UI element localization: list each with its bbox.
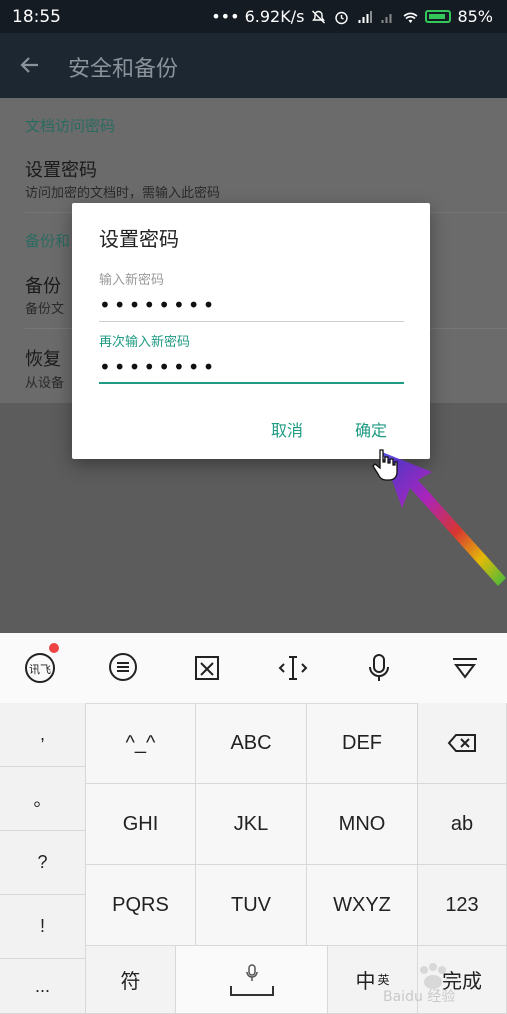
battery-icon bbox=[425, 10, 452, 23]
cursor-move-icon[interactable] bbox=[276, 651, 310, 685]
key-pqrs[interactable]: PQRS bbox=[86, 865, 196, 946]
network-speed: ••• 6.92K/s bbox=[211, 7, 305, 26]
cancel-button[interactable]: 取消 bbox=[271, 417, 303, 441]
alarm-icon bbox=[335, 11, 349, 24]
set-password-title[interactable]: 设置密码 bbox=[25, 156, 97, 182]
restore-subtitle: 从设备 bbox=[25, 376, 65, 391]
key-ab[interactable]: ab bbox=[418, 784, 507, 865]
key-exclaim[interactable]: ! bbox=[0, 895, 86, 959]
set-password-dialog: 设置密码 输入新密码 •••••••• 再次输入新密码 •••••••• 取消 … bbox=[72, 203, 430, 459]
key-abc[interactable]: ABC bbox=[196, 703, 307, 784]
key-ellipsis[interactable]: ... bbox=[0, 959, 86, 1014]
section-header-password: 文档访问密码 bbox=[25, 117, 116, 135]
signal-icon bbox=[358, 10, 372, 23]
new-password-input[interactable]: •••••••• bbox=[99, 291, 404, 322]
status-bar: 18:55 ••• 6.92K/s 85% bbox=[0, 0, 507, 33]
key-tuv[interactable]: TUV bbox=[196, 865, 307, 946]
battery-percent: 85% bbox=[457, 7, 493, 26]
key-comma[interactable]: , bbox=[0, 703, 86, 767]
section-header-backup: 备份和 bbox=[25, 232, 71, 250]
space-mic-icon bbox=[245, 963, 258, 981]
new-password-value: •••••••• bbox=[99, 293, 218, 317]
key-123[interactable]: 123 bbox=[418, 865, 507, 946]
space-bar-icon bbox=[229, 985, 274, 996]
key-question[interactable]: ? bbox=[0, 831, 86, 895]
key-wxyz[interactable]: WXYZ bbox=[307, 865, 418, 946]
dialog-title: 设置密码 bbox=[99, 227, 179, 251]
wifi-icon bbox=[403, 12, 418, 23]
new-password-label: 输入新密码 bbox=[99, 273, 165, 288]
key-period[interactable]: 。 bbox=[0, 767, 86, 831]
baidu-watermark: Baidu 经验 bbox=[383, 960, 503, 1006]
restore-title[interactable]: 恢复 bbox=[25, 345, 61, 371]
keyboard: 讯飞 , 。 ? ! ... ^_^ ABC DEF GHI JKL MNO a… bbox=[0, 633, 507, 1014]
hand-cursor-icon bbox=[372, 449, 398, 481]
app-bar: 安全和备份 bbox=[0, 33, 507, 98]
back-arrow-icon[interactable] bbox=[18, 53, 42, 77]
ok-button[interactable]: 确定 bbox=[355, 417, 387, 441]
chat-bubble-icon[interactable] bbox=[106, 651, 140, 685]
confirm-password-value: •••••••• bbox=[99, 355, 218, 379]
microphone-icon[interactable] bbox=[362, 651, 396, 685]
key-jkl[interactable]: JKL bbox=[196, 784, 307, 865]
key-ghi[interactable]: GHI bbox=[86, 784, 196, 865]
key-mno[interactable]: MNO bbox=[307, 784, 418, 865]
space-key[interactable] bbox=[176, 946, 328, 1014]
backspace-key[interactable] bbox=[418, 703, 507, 784]
mute-icon bbox=[312, 10, 326, 23]
backup-title[interactable]: 备份 bbox=[25, 272, 61, 298]
backup-subtitle: 备份文 bbox=[25, 302, 65, 317]
notification-badge bbox=[49, 643, 59, 653]
svg-text:讯飞: 讯飞 bbox=[29, 663, 51, 676]
status-time: 18:55 bbox=[12, 7, 61, 27]
pointer-arrow-icon bbox=[382, 452, 506, 586]
status-right: ••• 6.92K/s 85% bbox=[211, 7, 493, 26]
confirm-password-input[interactable]: •••••••• bbox=[99, 353, 404, 384]
key-emoticon[interactable]: ^_^ bbox=[86, 703, 196, 784]
clipboard-icon[interactable] bbox=[190, 651, 224, 685]
voice-assistant-icon[interactable]: 讯飞 bbox=[23, 651, 57, 685]
signal-icon-2 bbox=[381, 13, 392, 23]
confirm-password-label: 再次输入新密码 bbox=[99, 335, 191, 350]
backspace-icon bbox=[447, 734, 476, 752]
set-password-subtitle: 访问加密的文档时，需输入此密码 bbox=[25, 186, 221, 201]
collapse-keyboard-icon[interactable] bbox=[448, 651, 482, 685]
key-def[interactable]: DEF bbox=[307, 703, 418, 784]
key-symbol[interactable]: 符 bbox=[86, 946, 176, 1014]
lang-chinese: 中 bbox=[355, 971, 376, 993]
watermark-text: Baidu 经验 bbox=[383, 989, 456, 1005]
page-title: 安全和备份 bbox=[68, 57, 179, 82]
keyboard-toolbar: 讯飞 bbox=[0, 633, 507, 704]
